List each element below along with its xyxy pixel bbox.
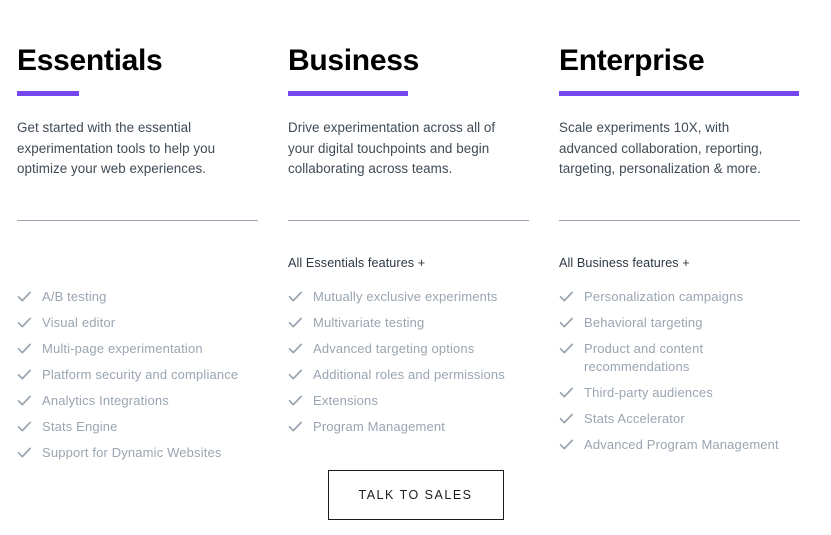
check-icon bbox=[17, 290, 32, 304]
plan-divider-business bbox=[288, 220, 529, 221]
feature-label: Mutually exclusive experiments bbox=[313, 289, 498, 304]
feature-label: Analytics Integrations bbox=[42, 393, 169, 408]
check-icon bbox=[559, 316, 574, 330]
feature-label: Advanced Program Management bbox=[584, 437, 779, 452]
feature-item: Analytics Integrations bbox=[17, 392, 260, 410]
feature-item: Mutually exclusive experiments bbox=[288, 288, 531, 306]
plan-column-enterprise: Enterprise Scale experiments 10X, with a… bbox=[559, 0, 802, 535]
feature-item: Behavioral targeting bbox=[559, 314, 802, 332]
pricing-plans-grid: Essentials Get started with the essentia… bbox=[17, 0, 814, 535]
feature-label: Program Management bbox=[313, 419, 446, 434]
feature-item: Multivariate testing bbox=[288, 314, 531, 332]
check-icon bbox=[559, 290, 574, 304]
feature-label: Visual editor bbox=[42, 315, 116, 330]
check-icon bbox=[17, 368, 32, 382]
check-icon bbox=[288, 420, 303, 434]
check-icon bbox=[288, 342, 303, 356]
feature-label: Behavioral targeting bbox=[584, 315, 703, 330]
feature-label: Additional roles and permissions bbox=[313, 367, 505, 382]
check-icon bbox=[559, 412, 574, 426]
feature-item: Advanced Program Management bbox=[559, 436, 802, 454]
check-icon bbox=[559, 386, 574, 400]
check-icon bbox=[559, 438, 574, 452]
plan-description-business: Drive experimentation across all of your… bbox=[288, 120, 496, 176]
feature-label: Stats Engine bbox=[42, 419, 118, 434]
check-icon bbox=[288, 368, 303, 382]
plan-features-essentials: A/B testing Visual editor Multi-page exp… bbox=[17, 255, 260, 470]
features-heading-business: All Essentials features + bbox=[288, 256, 426, 270]
feature-label: Third-party audiences bbox=[584, 385, 713, 400]
feature-label: Advanced targeting options bbox=[313, 341, 475, 356]
plan-title-business: Business bbox=[288, 44, 419, 77]
feature-item: A/B testing bbox=[17, 288, 260, 306]
plan-divider-essentials bbox=[17, 220, 258, 221]
feature-label: Stats Accelerator bbox=[584, 411, 685, 426]
plan-column-business: Business Drive experimentation across al… bbox=[288, 0, 531, 535]
plan-title-essentials: Essentials bbox=[17, 44, 163, 77]
feature-label: A/B testing bbox=[42, 289, 107, 304]
feature-item: Third-party audiences bbox=[559, 384, 802, 402]
feature-item: Additional roles and permissions bbox=[288, 366, 531, 384]
check-icon bbox=[17, 420, 32, 434]
plan-title-enterprise: Enterprise bbox=[559, 44, 705, 77]
feature-label: Multi-page experimentation bbox=[42, 341, 203, 356]
cta-container: TALK TO SALES bbox=[0, 470, 831, 520]
check-icon bbox=[17, 446, 32, 460]
talk-to-sales-button[interactable]: TALK TO SALES bbox=[327, 470, 504, 520]
feature-list-enterprise: Personalization campaigns Behavioral tar… bbox=[559, 288, 802, 454]
feature-item: Program Management bbox=[288, 418, 531, 436]
feature-list-business: Mutually exclusive experiments Multivari… bbox=[288, 288, 531, 436]
check-icon bbox=[17, 394, 32, 408]
plan-description-enterprise: Scale experiments 10X, with advanced col… bbox=[559, 120, 763, 176]
feature-item: Platform security and compliance bbox=[17, 366, 260, 384]
plan-column-essentials: Essentials Get started with the essentia… bbox=[17, 0, 260, 535]
check-icon bbox=[288, 290, 303, 304]
check-icon bbox=[559, 342, 574, 356]
feature-item: Advanced targeting options bbox=[288, 340, 531, 358]
check-icon bbox=[288, 394, 303, 408]
feature-item: Support for Dynamic Websites bbox=[17, 444, 260, 462]
feature-list-essentials: A/B testing Visual editor Multi-page exp… bbox=[17, 288, 260, 462]
feature-label: Product and content recommendations bbox=[584, 341, 704, 374]
feature-label: Extensions bbox=[313, 393, 379, 408]
feature-item: Stats Accelerator bbox=[559, 410, 802, 428]
feature-label: Personalization campaigns bbox=[584, 289, 744, 304]
feature-item: Extensions bbox=[288, 392, 531, 410]
features-heading-enterprise: All Business features + bbox=[559, 256, 690, 270]
check-icon bbox=[17, 316, 32, 330]
feature-label: Support for Dynamic Websites bbox=[42, 445, 222, 460]
check-icon bbox=[17, 342, 32, 356]
plan-divider-enterprise bbox=[559, 220, 800, 221]
feature-item: Multi-page experimentation bbox=[17, 340, 260, 358]
check-icon bbox=[288, 316, 303, 330]
feature-item: Stats Engine bbox=[17, 418, 260, 436]
feature-item: Product and content recommendations bbox=[559, 340, 802, 376]
plan-features-business: All Essentials features + Mutually exclu… bbox=[288, 255, 531, 444]
feature-item: Personalization campaigns bbox=[559, 288, 802, 306]
feature-label: Platform security and compliance bbox=[42, 367, 239, 382]
feature-item: Visual editor bbox=[17, 314, 260, 332]
plan-features-enterprise: All Business features + Personalization … bbox=[559, 255, 802, 462]
plan-description-essentials: Get started with the essential experimen… bbox=[17, 120, 216, 176]
feature-label: Multivariate testing bbox=[313, 315, 425, 330]
